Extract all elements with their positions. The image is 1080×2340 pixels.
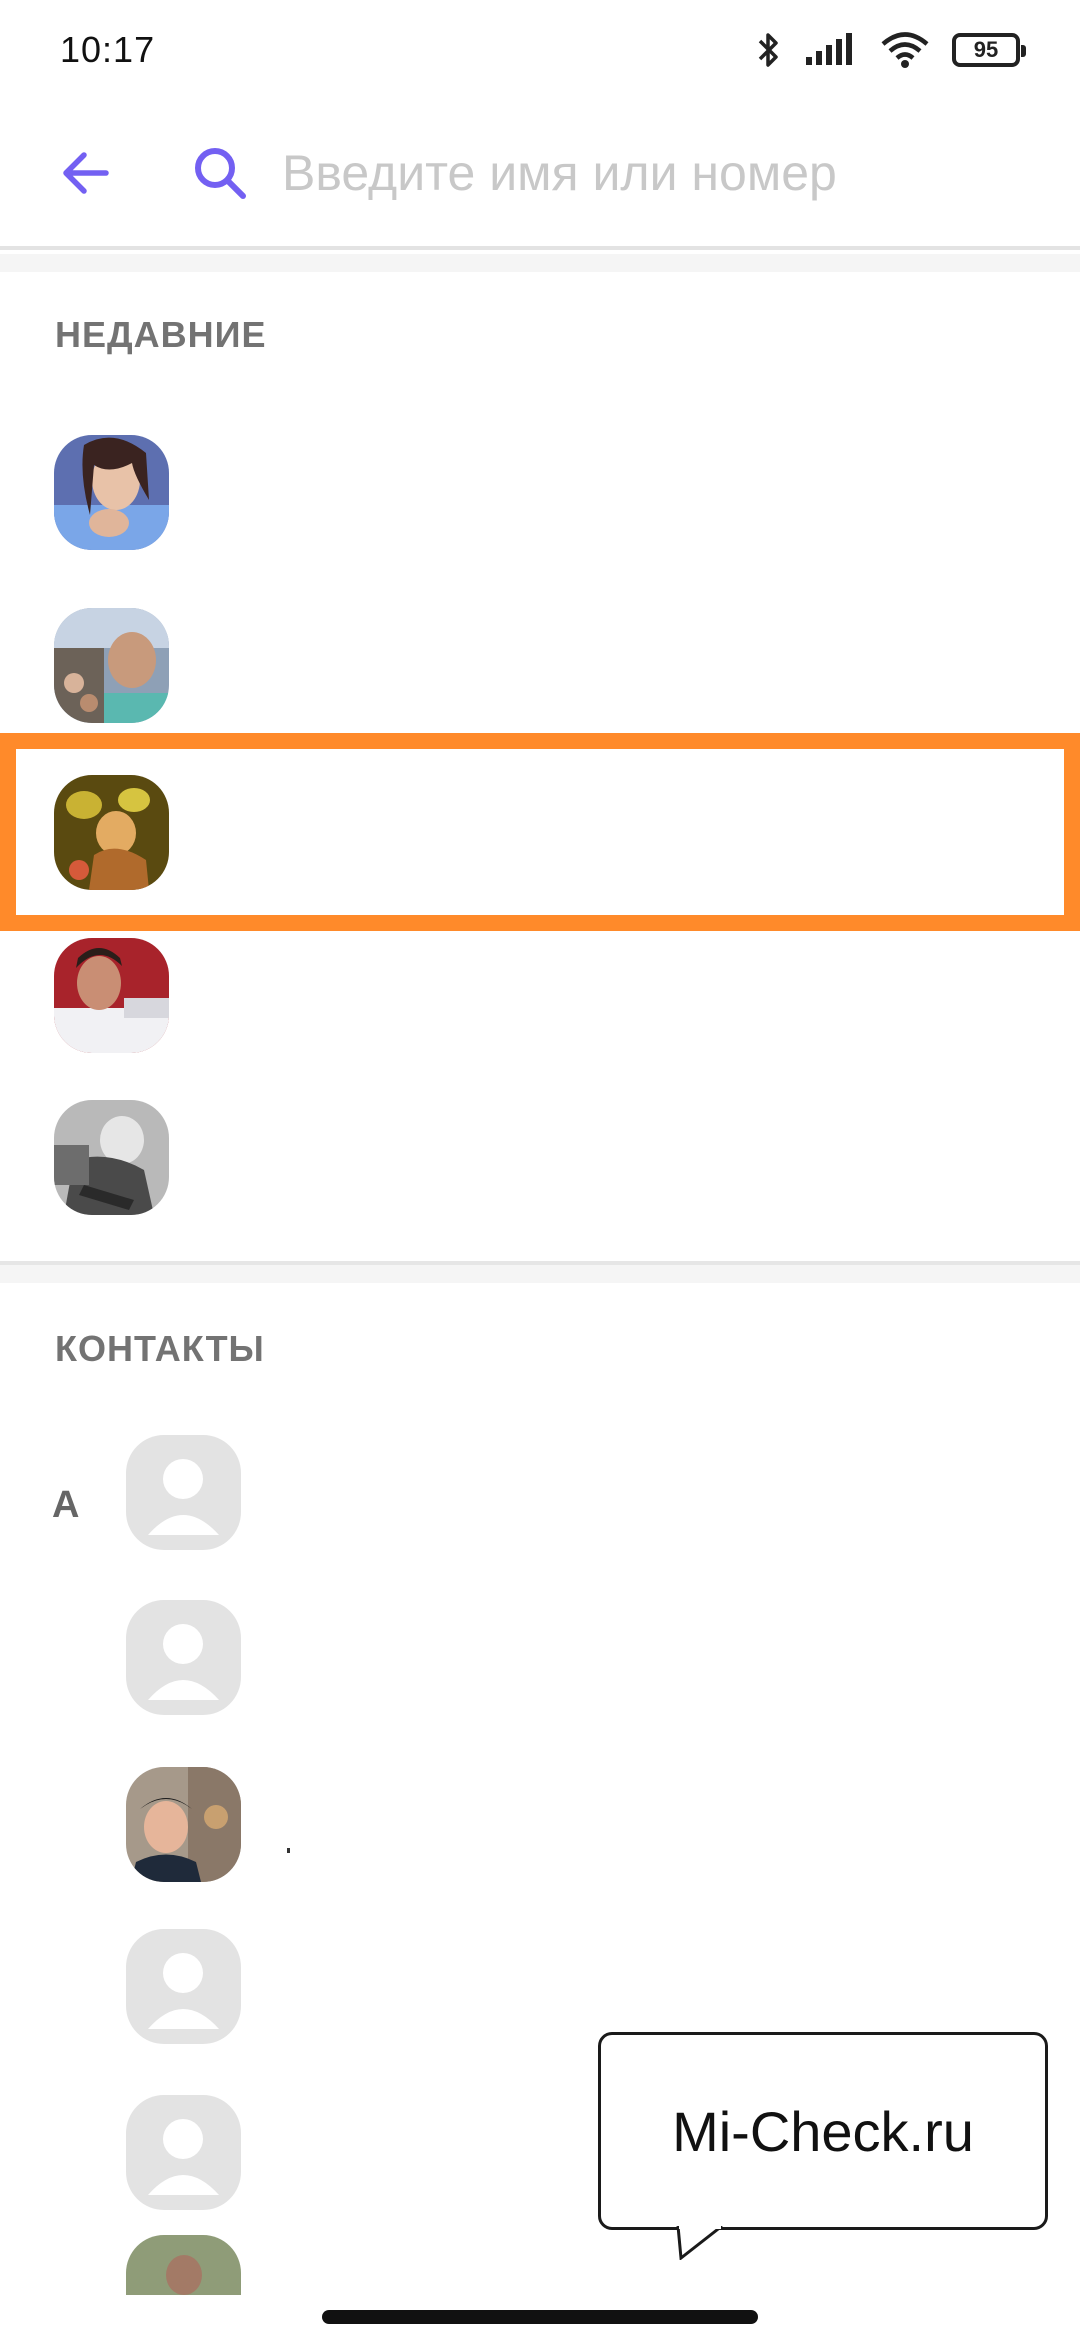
home-indicator[interactable] <box>322 2310 758 2324</box>
battery-level: 95 <box>973 37 999 62</box>
back-button[interactable] <box>55 143 115 203</box>
search-input[interactable] <box>280 143 960 203</box>
bluetooth-icon <box>756 30 782 70</box>
avatar <box>54 608 169 723</box>
status-time: 10:17 <box>60 29 156 70</box>
name-fragment <box>287 1848 290 1853</box>
battery-icon: 95 <box>952 33 1026 67</box>
avatar <box>54 435 169 550</box>
avatar <box>126 1767 241 1882</box>
avatar <box>54 938 169 1053</box>
search-icon <box>190 143 250 203</box>
watermark-text: Mi-Check.ru <box>672 2099 974 2163</box>
section-gap <box>0 254 1080 272</box>
recent-section-title: НЕДАВНИЕ <box>55 314 267 355</box>
contact-2[interactable] <box>0 1575 1080 1740</box>
avatar <box>126 2235 241 2295</box>
avatar-placeholder <box>126 1435 241 1550</box>
status-icons: 95 <box>756 30 1026 70</box>
contact-1[interactable] <box>0 1410 1080 1575</box>
avatar <box>54 775 169 890</box>
avatar-placeholder <box>126 1600 241 1715</box>
watermark-callout: Mi-Check.ru <box>598 2032 1048 2230</box>
wifi-icon <box>880 31 930 69</box>
recent-contact-3[interactable] <box>0 750 1080 915</box>
back-arrow-icon <box>63 152 109 194</box>
status-bar: 10:17 95 <box>0 0 1080 100</box>
contacts-section-title: КОНТАКТЫ <box>55 1328 265 1369</box>
contact-3[interactable] <box>0 1742 1080 1907</box>
avatar-placeholder <box>126 2095 241 2210</box>
avatar-placeholder <box>126 1929 241 2044</box>
recent-contact-1[interactable] <box>0 410 1080 575</box>
recent-contact-4[interactable] <box>0 913 1080 1078</box>
avatar <box>54 1100 169 1215</box>
contact-6[interactable] <box>0 2235 1080 2295</box>
recent-contact-2[interactable] <box>0 583 1080 748</box>
recent-contact-5[interactable] <box>0 1075 1080 1240</box>
search-bar <box>0 100 1080 250</box>
section-gap <box>0 1265 1080 1283</box>
signal-icon <box>804 33 858 67</box>
callout-tail <box>676 2226 723 2260</box>
